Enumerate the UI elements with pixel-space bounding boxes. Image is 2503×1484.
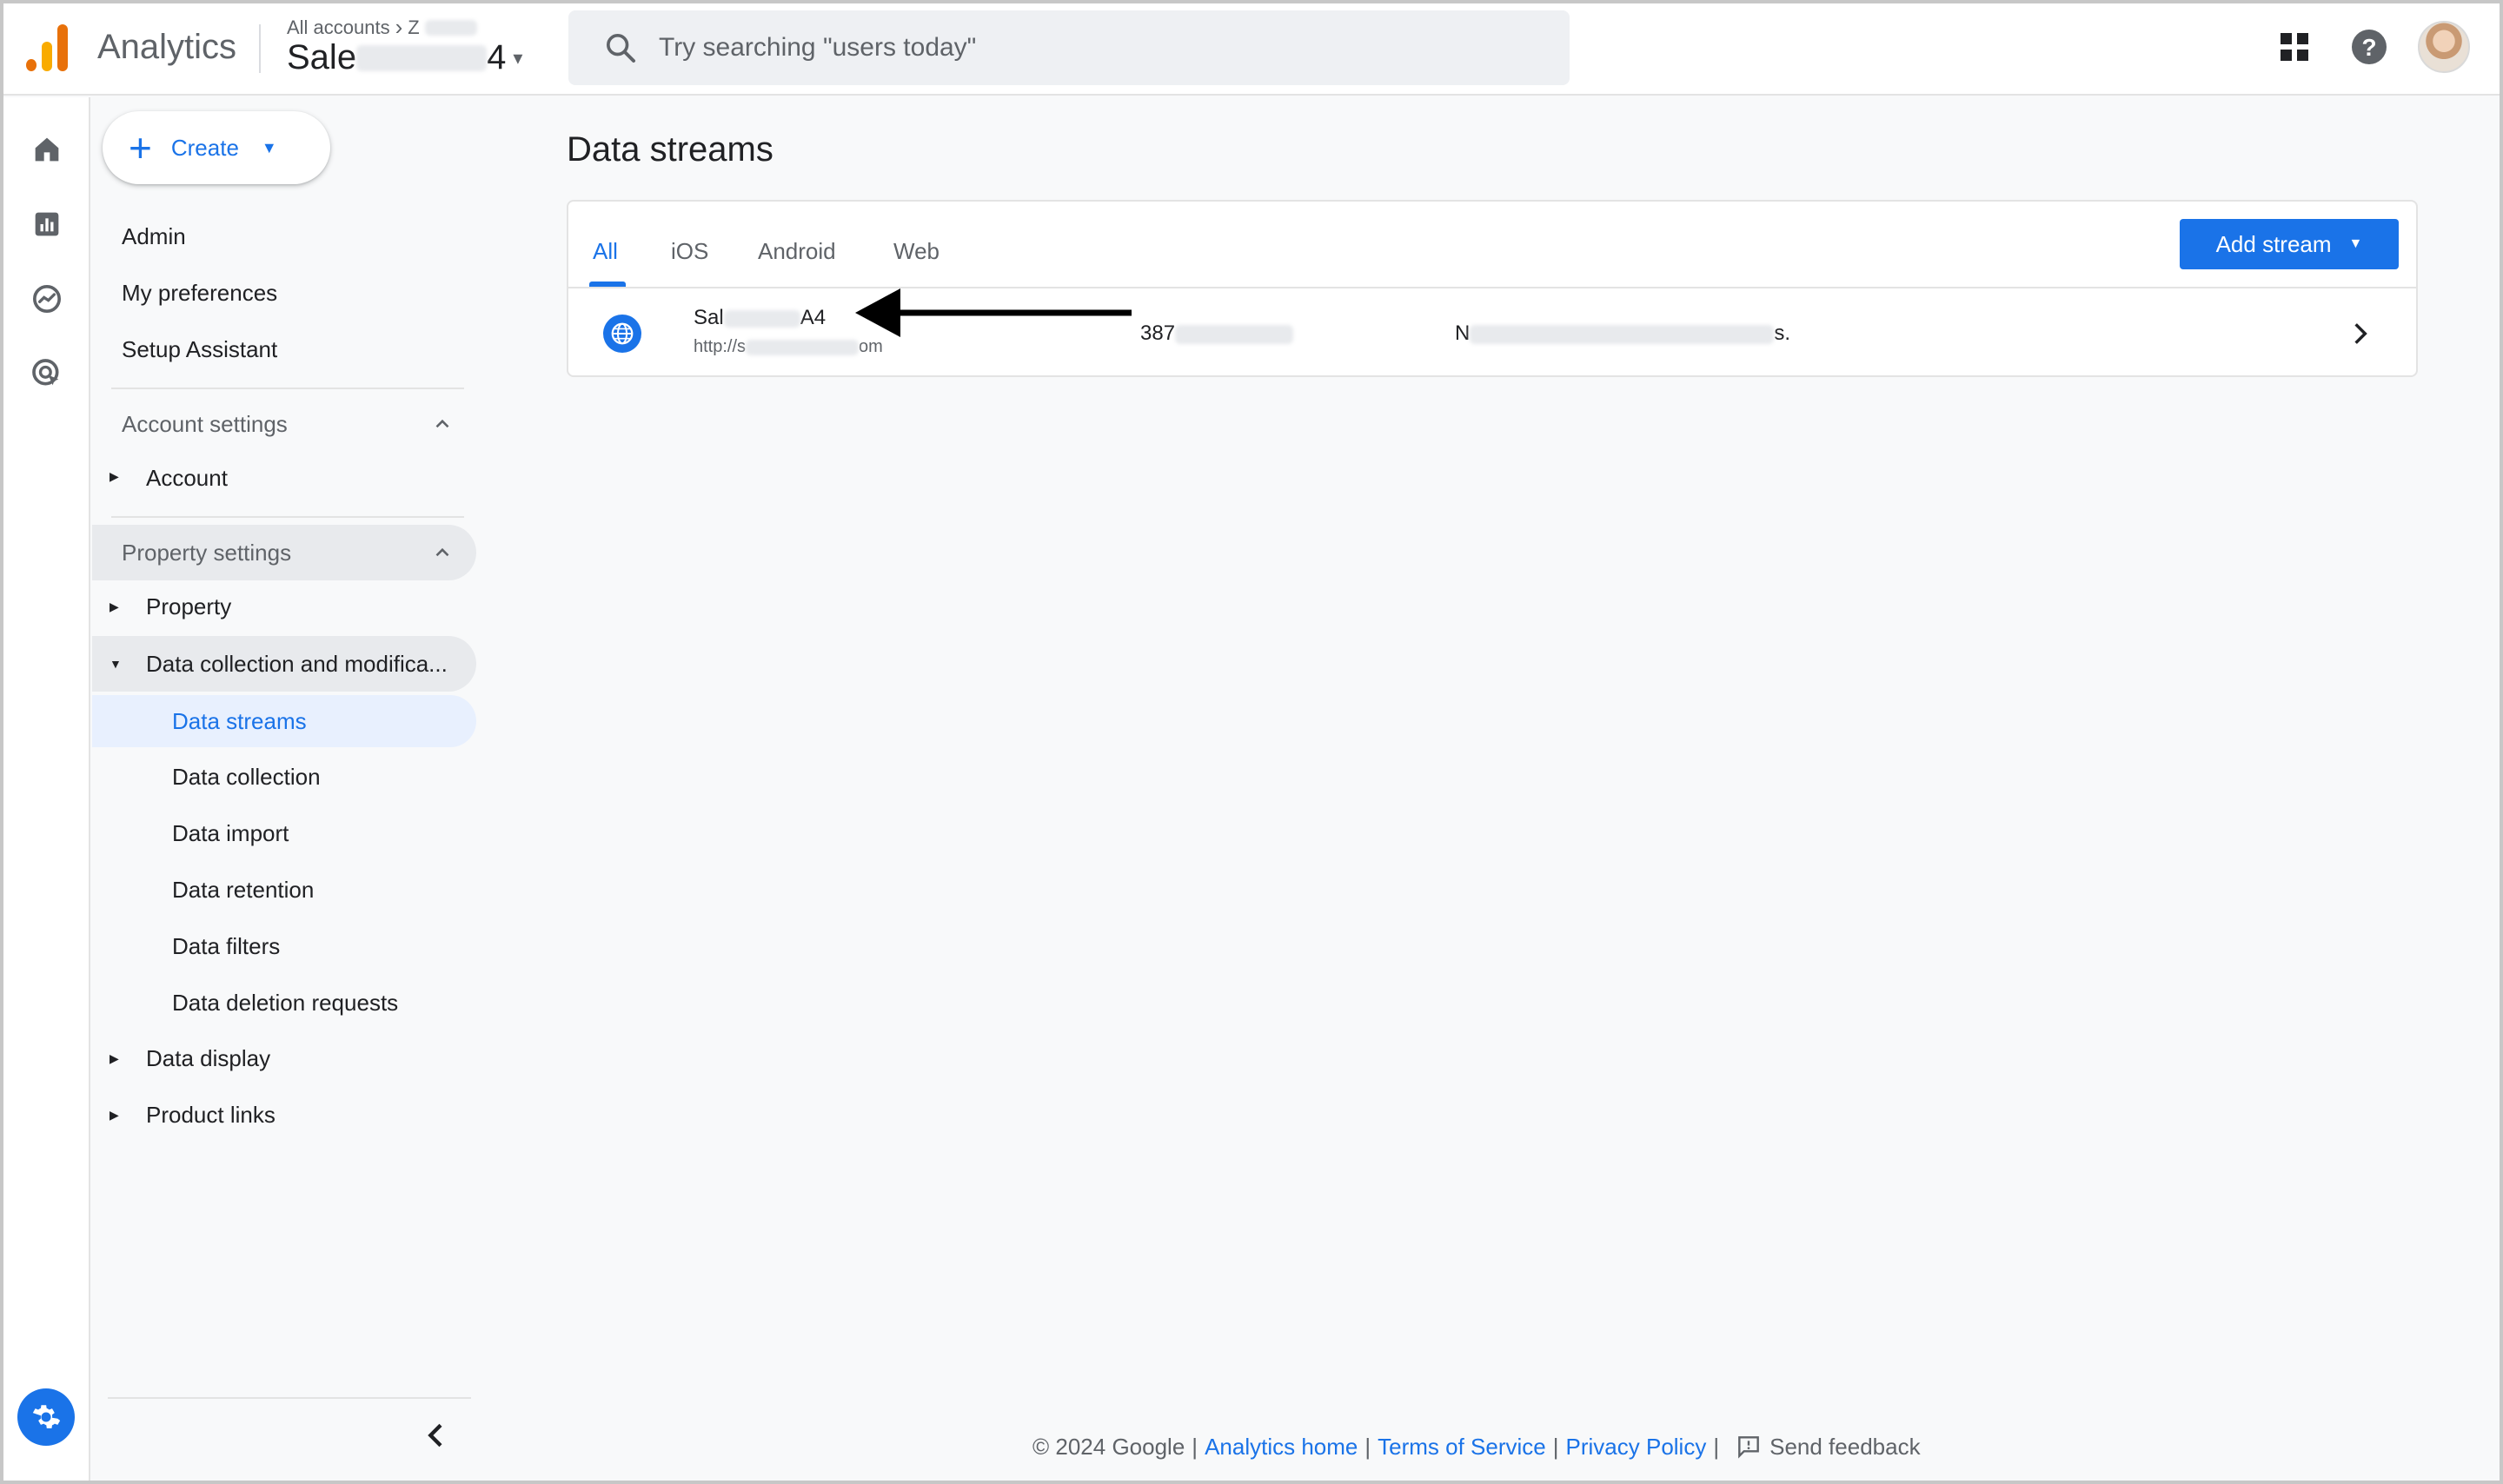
gear-icon [32,1405,61,1428]
caret-down-icon: ▼ [261,138,277,156]
nav-item-data-deletion-requests[interactable]: Data deletion requests [92,977,398,1029]
nav-item-data-retention[interactable]: Data retention [92,864,314,916]
web-globe-icon [603,315,641,353]
create-button[interactable]: + Create ▼ [103,111,330,184]
active-tab-indicator [589,282,626,287]
reports-icon[interactable] [30,207,64,242]
stream-type-tabs: All iOS Android Web Add stream ▼ [568,202,2416,288]
redacted-text [746,339,860,355]
svg-text:?: ? [2361,34,2376,61]
explore-icon[interactable] [30,282,64,316]
left-rail [3,97,90,1481]
search-bar[interactable] [568,10,1570,85]
nav-item-data-filters[interactable]: Data filters [92,920,280,972]
redacted-text [1470,324,1775,344]
breadcrumb-account[interactable]: Z [408,17,419,39]
annotation-arrow-icon [855,288,1132,337]
caret-down-icon: ▾ [513,46,523,69]
admin-nav-panel: + Create ▼ Admin My preferences Setup As… [92,97,480,1481]
nav-item-data-streams[interactable]: Data streams [92,695,476,747]
divider [111,516,464,518]
search-icon [607,34,635,63]
add-stream-button[interactable]: Add stream ▼ [2180,219,2399,269]
caret-down-icon: ▼ [2348,236,2363,251]
breadcrumb[interactable]: All accounts › Z [287,14,477,41]
send-feedback-link[interactable]: Send feedback [1769,1434,1920,1461]
chevron-right-icon[interactable] [2347,316,2374,351]
divider [111,388,464,389]
nav-item-property[interactable]: Property [92,580,231,633]
top-app-bar: Analytics All accounts › Z Sale 4 ▾ Try … [3,3,2500,96]
user-avatar[interactable] [2418,21,2470,73]
nav-item-product-links[interactable]: Product links [92,1089,276,1141]
analytics-logo-icon[interactable] [26,24,70,71]
redacted-text [723,309,800,328]
redacted-text [1175,324,1294,344]
feedback-icon [1738,1436,1759,1459]
redacted-text [424,19,477,36]
breadcrumb-all-accounts[interactable]: All accounts [287,17,390,39]
collapse-nav-chevron-left-icon[interactable] [419,1418,454,1453]
header-divider [259,24,261,73]
chevron-right-icon: › [395,14,403,40]
stream-id: 387 [1140,321,1294,346]
chevron-up-icon [435,419,449,428]
property-settings-header[interactable]: Property settings [92,525,476,580]
search-input[interactable] [659,33,1528,63]
advertising-icon[interactable] [30,356,64,391]
apps-grid-icon[interactable] [2274,26,2315,68]
data-streams-card: All iOS Android Web Add stream ▼ Sal A4 … [567,200,2418,377]
stream-name: Sal A4 [694,306,827,329]
footer-privacy-link[interactable]: Privacy Policy [1566,1434,1707,1461]
footer: © 2024 Google | Analytics home | Terms o… [1032,1433,1921,1461]
nav-item-setup-assistant[interactable]: Setup Assistant [92,323,277,375]
footer-terms-link[interactable]: Terms of Service [1378,1434,1546,1461]
nav-item-account[interactable]: Account [92,452,228,504]
nav-item-data-collection[interactable]: Data collection [92,751,321,803]
collapse-arrow-icon: ▼ [110,657,122,671]
nav-item-data-collection-and-modification[interactable]: ▼ Data collection and modifica... [92,636,476,692]
nav-item-data-display[interactable]: Data display [92,1032,270,1084]
nav-item-admin[interactable]: Admin [92,210,186,262]
footer-copyright: © 2024 Google [1032,1433,1185,1460]
stream-status: Ns. [1455,321,1791,345]
help-icon[interactable]: ? [2348,26,2390,68]
admin-settings-button[interactable] [17,1388,75,1446]
redacted-text [356,44,488,71]
divider [108,1397,471,1399]
nav-item-my-preferences[interactable]: My preferences [92,267,277,319]
tab-web[interactable]: Web [893,238,939,265]
footer-analytics-home-link[interactable]: Analytics home [1205,1434,1358,1461]
plus-icon: + [129,125,152,170]
app-frame: Analytics All accounts › Z Sale 4 ▾ Try … [0,0,2503,1484]
property-selector[interactable]: Sale 4 ▾ [287,38,522,77]
stream-row[interactable]: Sal A4 http://s om 387 Ns. [568,290,2416,377]
app-title: Analytics [97,28,237,66]
nav-item-data-import[interactable]: Data import [92,807,289,859]
page-title: Data streams [567,130,773,169]
tab-all[interactable]: All [593,238,618,265]
home-icon[interactable] [30,132,64,167]
chevron-up-icon [435,547,449,557]
tab-android[interactable]: Android [758,238,836,265]
account-settings-header[interactable]: Account settings [92,396,476,452]
tab-ios[interactable]: iOS [671,238,708,265]
